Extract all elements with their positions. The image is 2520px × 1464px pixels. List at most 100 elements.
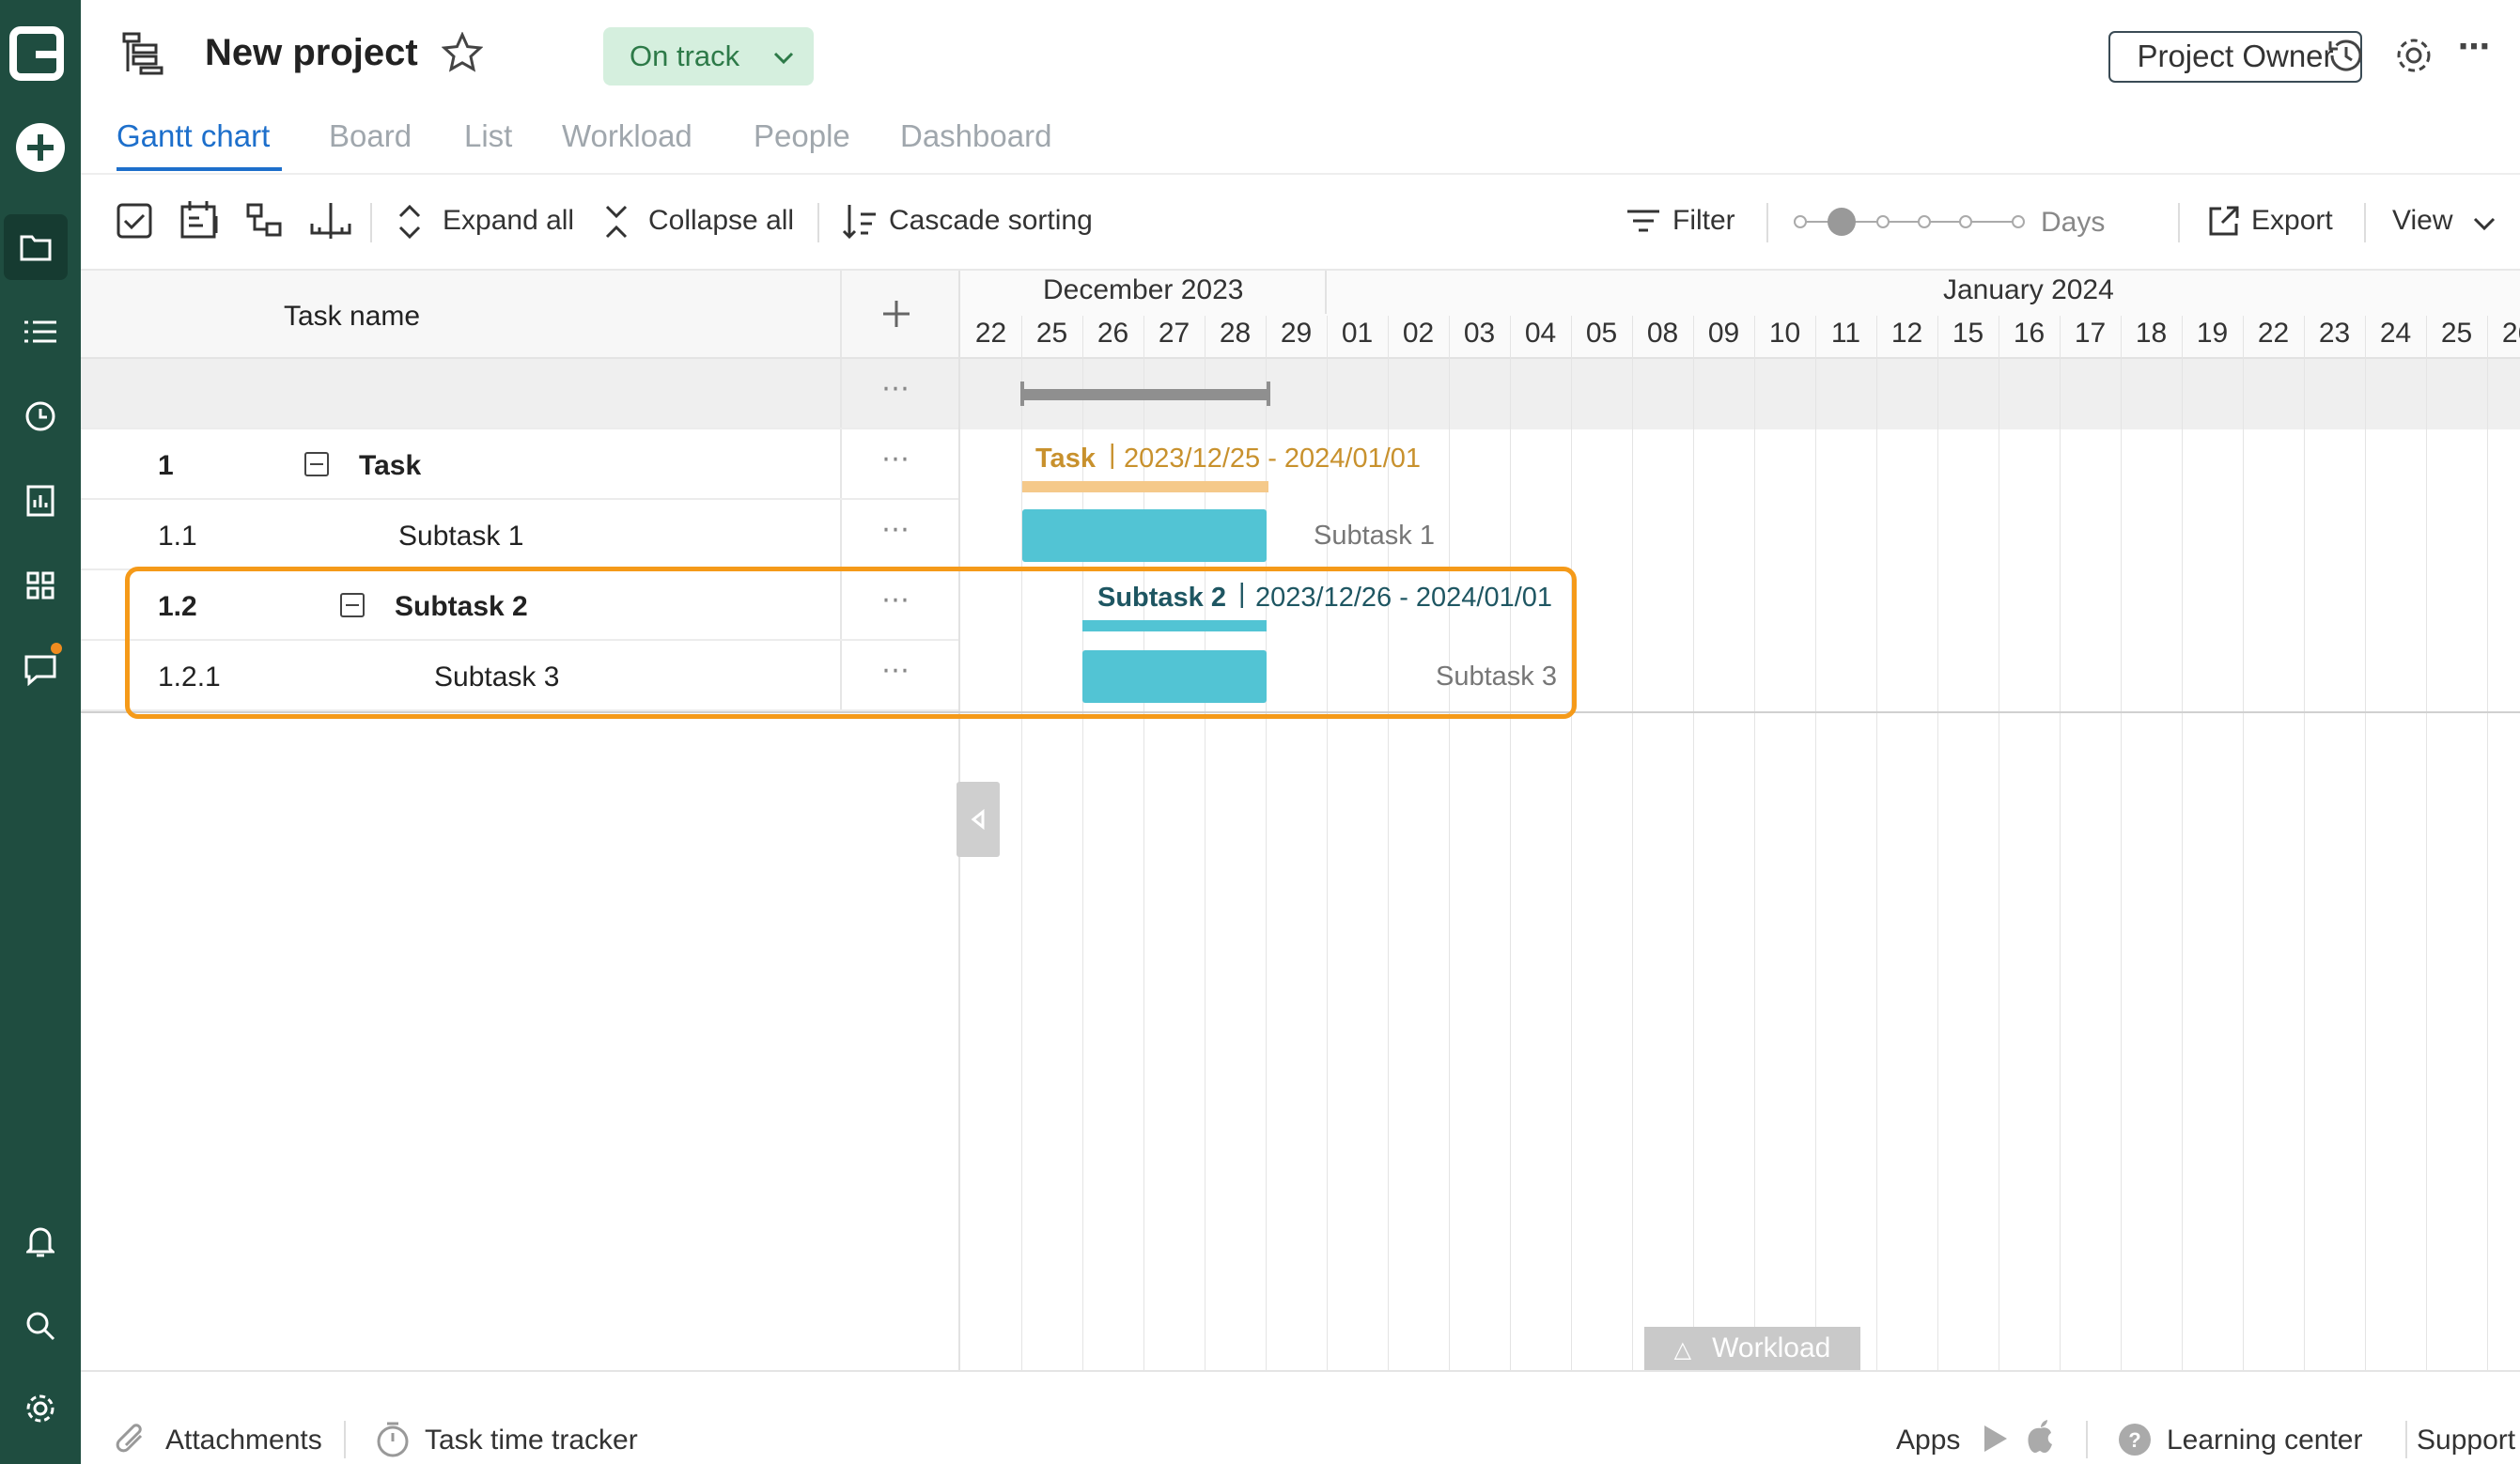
view-dropdown[interactable]: View [2392,205,2452,237]
day-label: 08 [1646,318,1679,349]
export-button[interactable]: Export [2251,205,2333,237]
tab-gantt-chart[interactable]: Gantt chart [117,118,270,154]
settings-icon[interactable] [2394,36,2434,80]
apple-icon[interactable] [2026,1419,2056,1459]
table-row-project-summary[interactable]: ⋯ [81,359,958,429]
gantt-bar-subtask-1[interactable] [1022,509,1267,562]
task-name[interactable]: Task [359,450,421,482]
add-icon[interactable] [0,115,81,180]
filter-button[interactable]: Filter [1672,205,1735,237]
task-name[interactable]: Subtask 1 [398,521,523,553]
apps-label: Apps [1896,1425,1961,1456]
expand-icon [397,203,423,245]
cascade-sorting-button[interactable]: Cascade sorting [889,205,1093,237]
clock-icon[interactable] [0,383,81,449]
project-status-dropdown[interactable]: On track [603,27,814,86]
day-gridline [1876,316,1877,1370]
baseline-icon[interactable] [310,201,351,245]
gantt-project-icon[interactable] [122,32,165,80]
chat-icon[interactable] [0,637,81,703]
column-header-task-name[interactable]: Task name [284,301,420,333]
calendar-icon[interactable] [180,199,220,245]
column-divider [840,500,842,568]
tab-workload[interactable]: Workload [562,118,692,154]
toolbar-separator [817,203,819,242]
list-icon[interactable] [0,299,81,365]
apps-grid-icon[interactable] [0,553,81,618]
grid-header: Task name [81,271,958,359]
report-icon[interactable] [0,468,81,534]
app-logo-icon[interactable] [9,26,64,81]
add-column-icon[interactable] [881,299,911,334]
checkbox-icon[interactable] [117,203,152,243]
summary-bar-start-cap [1020,382,1024,406]
support-link[interactable]: Support [2417,1425,2515,1456]
column-divider [840,359,842,428]
learning-center-link[interactable]: Learning center [2167,1425,2362,1456]
bell-icon[interactable] [0,1208,81,1274]
day-gridline [2487,316,2488,1370]
gantt-bar-task[interactable] [1022,481,1268,492]
month-label: January 2024 [1943,274,2114,305]
day-label: 26 [1097,318,1129,349]
projects-folder-icon[interactable] [4,214,68,280]
day-label: 09 [1707,318,1740,349]
project-header: New project On track Project Owner ⋯ Gan… [81,0,2520,173]
month-divider [1325,271,1327,314]
gantt-bar-label: Task [1035,444,1096,474]
day-gridline [1754,316,1755,1370]
day-gridline [2182,316,2183,1370]
export-icon [2208,205,2240,241]
timer-icon [376,1421,410,1463]
day-gridline [1510,316,1511,1370]
project-owner-button[interactable]: Project Owner [2108,31,2362,83]
day-gridline [2243,316,2244,1370]
project-title: New project [205,32,418,73]
table-row[interactable]: 1 Task ⋯ [81,429,958,500]
row-more-icon[interactable]: ⋯ [881,372,911,405]
zoom-unit-label: Days [2041,207,2106,238]
column-divider [840,271,842,357]
tab-dashboard[interactable]: Dashboard [900,118,1051,154]
day-label: 26 [2501,318,2520,349]
day-gridline [2426,316,2427,1370]
day-label: 15 [1952,318,1984,349]
collapse-all-button[interactable]: Collapse all [648,205,794,237]
history-icon[interactable] [2326,36,2366,80]
google-play-icon[interactable] [1981,1423,2011,1459]
day-label: 16 [2013,318,2046,349]
panel-splitter-handle[interactable] [957,782,1000,857]
collapse-icon[interactable] [304,452,329,476]
notification-dot [51,643,62,654]
settings-gear-icon[interactable] [0,1376,81,1441]
task-time-tracker-link[interactable]: Task time tracker [425,1425,638,1456]
row-more-icon[interactable]: ⋯ [881,443,911,475]
more-options-icon[interactable]: ⋯ [2458,28,2490,66]
dependency-icon[interactable] [246,203,284,243]
toolbar-separator [370,203,372,242]
day-gridline [1693,316,1694,1370]
task-wbs: 1.1 [158,521,197,552]
table-row[interactable]: 1.1 Subtask 1 ⋯ [81,500,958,570]
tab-list[interactable]: List [464,118,512,154]
star-icon[interactable] [441,31,484,78]
project-summary-bar[interactable] [1022,389,1268,400]
day-gridline [2365,316,2366,1370]
collapse-icon [603,203,630,245]
search-icon[interactable] [0,1293,81,1359]
day-label: 01 [1341,318,1374,349]
tab-people[interactable]: People [754,118,850,154]
expand-all-button[interactable]: Expand all [443,205,574,237]
task-wbs: 1 [158,450,174,481]
chevron-down-icon[interactable] [2473,216,2496,236]
toolbar-separator [1766,203,1768,242]
timeline-header: December 2023 January 2024 22 25 26 27 28 29 0… [960,271,2520,359]
day-gridline [1632,316,1633,1370]
day-label: 02 [1402,318,1435,349]
zoom-slider[interactable] [1793,205,2028,243]
row-more-icon[interactable]: ⋯ [881,513,911,546]
chevron-down-icon [772,42,795,76]
tab-board[interactable]: Board [329,118,412,154]
workload-panel-toggle[interactable]: △ Workload [1644,1327,1860,1370]
attachments-link[interactable]: Attachments [165,1425,322,1456]
